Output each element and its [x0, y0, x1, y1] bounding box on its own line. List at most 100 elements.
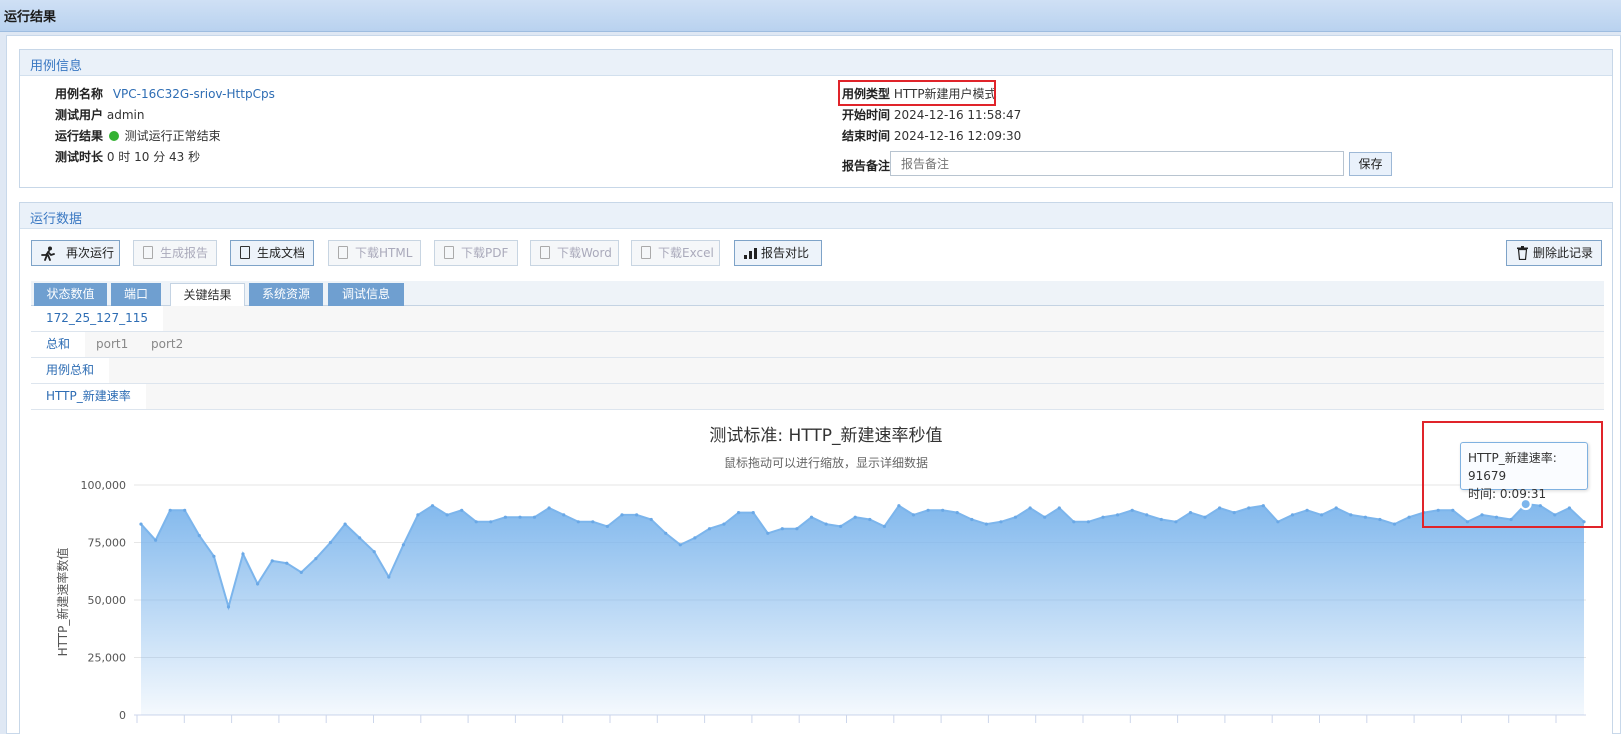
tab-key-results[interactable]: 关键结果	[170, 283, 245, 307]
data-point[interactable]	[999, 520, 1003, 524]
data-point[interactable]	[1086, 520, 1090, 524]
data-point[interactable]	[387, 575, 391, 579]
data-point[interactable]	[212, 554, 216, 558]
data-point[interactable]	[970, 517, 974, 522]
report-notes-input[interactable]	[890, 151, 1344, 176]
data-point[interactable]	[154, 538, 158, 542]
data-point[interactable]	[926, 508, 930, 512]
save-button[interactable]: 保存	[1349, 152, 1392, 176]
data-point[interactable]	[518, 515, 522, 519]
data-point[interactable]	[1305, 508, 1309, 512]
data-point[interactable]	[328, 540, 333, 545]
host-item[interactable]: 172_25_127_115	[31, 306, 163, 331]
generate-report-button[interactable]: 生成报告	[133, 240, 217, 266]
port1-item[interactable]: port1	[81, 332, 143, 357]
rerun-button[interactable]: 再次运行	[31, 240, 120, 266]
data-point[interactable]	[809, 515, 814, 519]
port-total-item[interactable]: 总和	[31, 332, 86, 357]
data-point[interactable]	[358, 536, 362, 540]
data-point[interactable]	[897, 504, 901, 508]
data-point[interactable]	[562, 513, 566, 517]
data-point[interactable]	[547, 506, 551, 510]
case-name-link[interactable]: VPC-16C32G-sriov-HttpCps	[113, 87, 275, 101]
metric-item[interactable]: HTTP_新建速率	[31, 384, 146, 409]
data-point[interactable]	[1159, 517, 1163, 522]
data-point[interactable]	[343, 522, 347, 526]
case-total-item[interactable]: 用例总和	[31, 358, 110, 383]
data-point[interactable]	[882, 524, 887, 528]
data-point[interactable]	[707, 527, 712, 531]
data-point[interactable]	[285, 561, 289, 565]
data-point[interactable]	[1334, 506, 1338, 510]
delete-record-button[interactable]: 删除此记录	[1506, 240, 1602, 266]
data-point[interactable]	[1013, 515, 1018, 519]
tab-debug-info[interactable]: 调试信息	[328, 283, 404, 306]
data-point[interactable]	[256, 582, 260, 586]
data-point[interactable]	[372, 550, 376, 554]
data-point[interactable]	[445, 513, 449, 517]
data-point[interactable]	[1218, 506, 1222, 510]
data-point[interactable]	[780, 527, 784, 531]
data-point[interactable]	[649, 517, 653, 522]
data-point[interactable]	[489, 520, 493, 524]
data-point[interactable]	[1174, 520, 1178, 524]
data-point[interactable]	[1028, 506, 1032, 510]
data-point[interactable]	[824, 522, 828, 526]
data-point[interactable]	[474, 520, 478, 524]
download-excel-button[interactable]: 下载Excel	[631, 240, 720, 266]
data-point[interactable]	[620, 513, 624, 517]
data-point[interactable]	[911, 513, 916, 517]
data-point[interactable]	[1290, 513, 1295, 517]
data-point[interactable]	[853, 515, 857, 519]
data-point[interactable]	[751, 511, 755, 515]
data-point[interactable]	[416, 513, 420, 517]
data-point[interactable]	[664, 531, 668, 535]
data-point[interactable]	[1276, 520, 1280, 524]
data-point[interactable]	[401, 543, 405, 547]
data-point[interactable]	[1188, 511, 1193, 515]
download-pdf-button[interactable]: 下载PDF	[434, 240, 518, 266]
data-point[interactable]	[430, 504, 435, 508]
data-point[interactable]	[1320, 513, 1324, 517]
data-point[interactable]	[1057, 506, 1061, 510]
data-point[interactable]	[737, 511, 741, 515]
data-point[interactable]	[1232, 511, 1236, 515]
tab-system-resources[interactable]: 系统资源	[249, 283, 323, 306]
rate-area-chart[interactable]: 测试标准: HTTP_新建速率秒值 鼠标拖动可以进行缩放，显示详细数据 HTTP…	[31, 412, 1604, 734]
generate-document-button[interactable]: 生成文档	[230, 240, 314, 266]
data-point[interactable]	[576, 520, 580, 524]
data-point[interactable]	[955, 511, 959, 515]
data-point[interactable]	[503, 515, 507, 519]
data-point[interactable]	[868, 517, 872, 522]
data-point[interactable]	[241, 552, 245, 556]
tab-ports[interactable]: 端口	[111, 283, 161, 306]
data-point[interactable]	[678, 543, 682, 547]
data-point[interactable]	[1349, 513, 1353, 517]
data-point[interactable]	[1101, 515, 1105, 519]
data-point[interactable]	[532, 515, 537, 519]
data-point[interactable]	[1392, 522, 1397, 526]
data-point[interactable]	[591, 520, 595, 524]
data-point[interactable]	[226, 605, 231, 609]
data-point[interactable]	[460, 508, 464, 512]
data-point[interactable]	[1145, 513, 1149, 517]
download-word-button[interactable]: 下载Word	[530, 240, 619, 266]
data-point[interactable]	[722, 522, 726, 526]
data-point[interactable]	[1247, 506, 1251, 510]
data-point[interactable]	[605, 524, 610, 528]
tab-status-values[interactable]: 状态数值	[34, 283, 107, 306]
data-point[interactable]	[299, 570, 303, 574]
data-point[interactable]	[168, 508, 172, 512]
data-point[interactable]	[1043, 515, 1047, 519]
data-point[interactable]	[839, 524, 843, 528]
data-point[interactable]	[314, 557, 318, 561]
data-point[interactable]	[1261, 504, 1265, 508]
data-point[interactable]	[693, 536, 697, 540]
data-point[interactable]	[1203, 515, 1207, 519]
port2-item[interactable]: port2	[136, 332, 198, 357]
data-point[interactable]	[197, 534, 201, 538]
data-point[interactable]	[1116, 513, 1120, 517]
data-point[interactable]	[270, 559, 274, 563]
data-point[interactable]	[1130, 508, 1134, 512]
data-point[interactable]	[635, 513, 639, 517]
